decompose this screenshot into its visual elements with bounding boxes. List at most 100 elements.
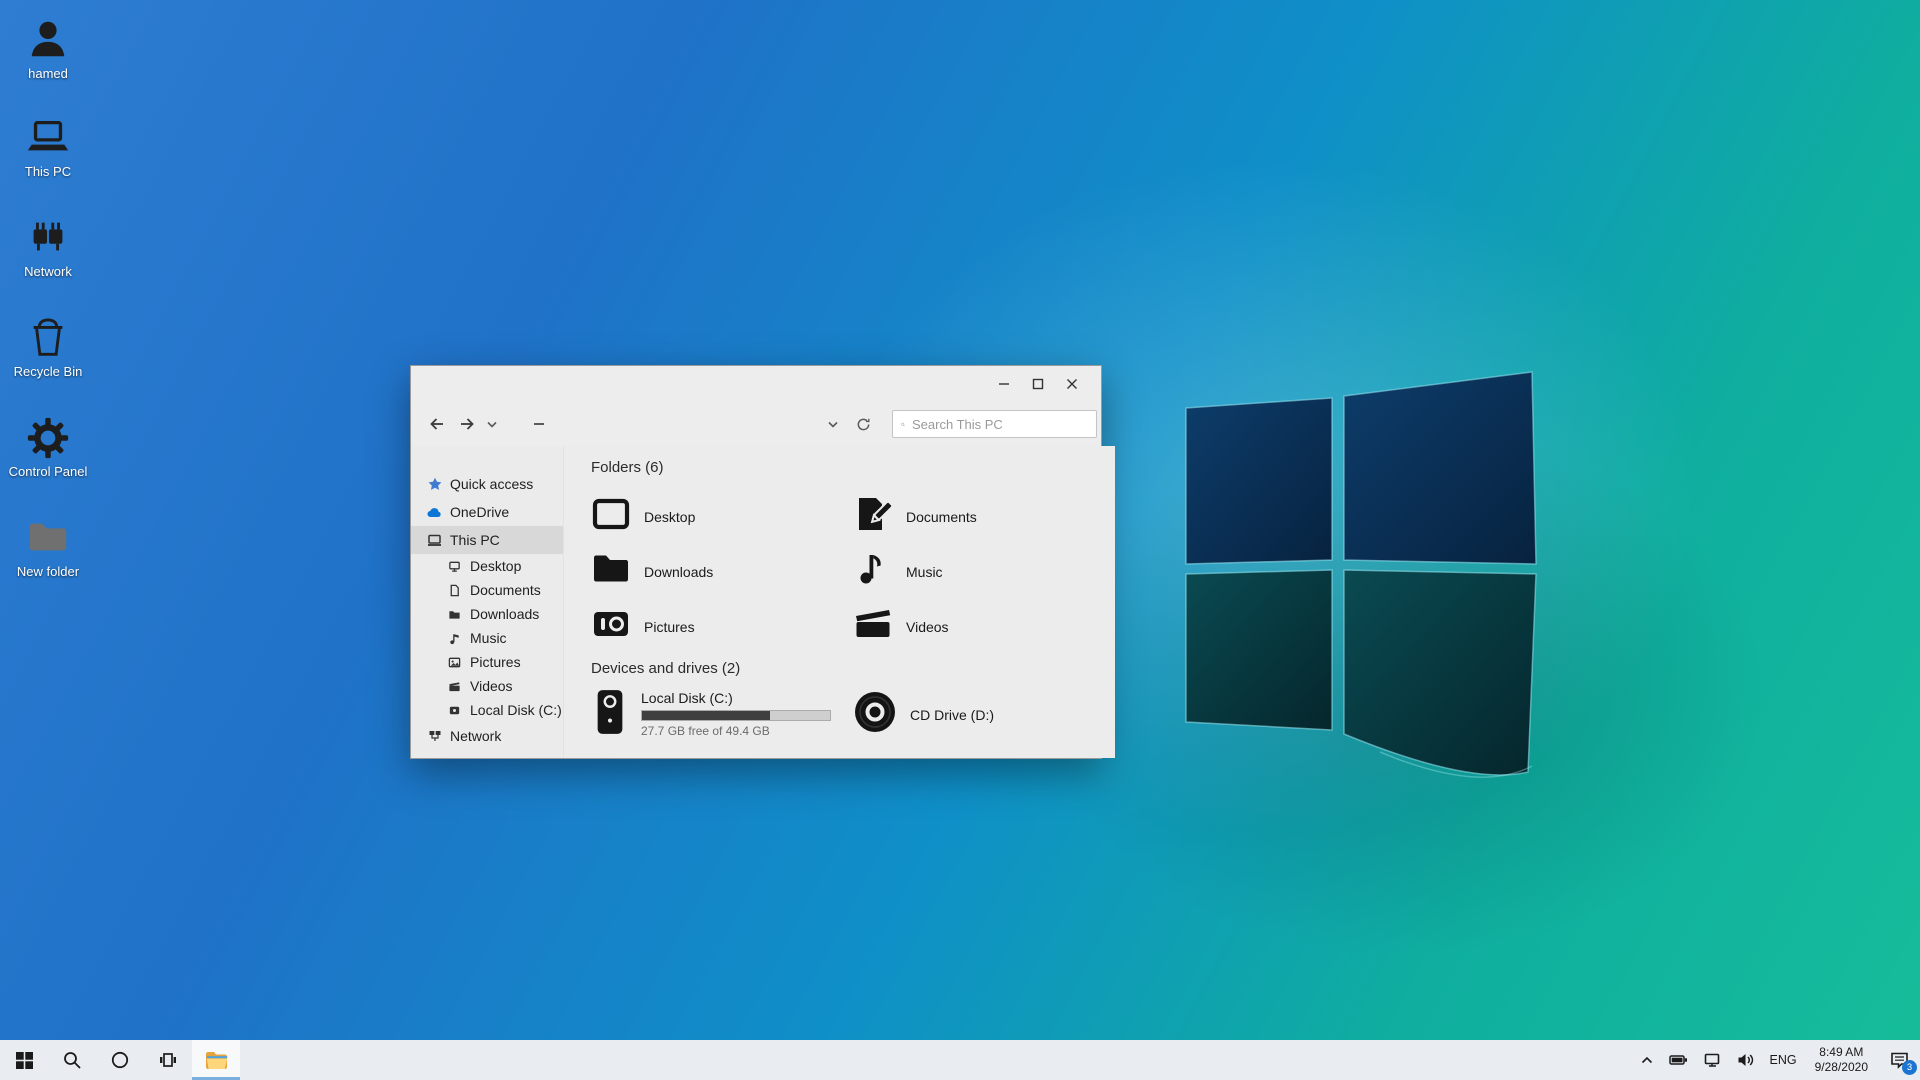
folders-group-heading[interactable]: Folders (6) (591, 459, 1115, 477)
sidebar-item-videos[interactable]: Videos (411, 674, 563, 698)
wallpaper-windows-logo (1180, 368, 1550, 798)
action-center-button[interactable]: 3 (1878, 1040, 1920, 1080)
desktop: hamed This PC Network (0, 0, 1920, 1080)
devices-row: Local Disk (C:) 27.7 GB free of 49.4 GB (591, 688, 1115, 741)
sidebar-item-pictures[interactable]: Pictures (411, 650, 563, 674)
network-mini-icon (427, 729, 442, 744)
language-indicator[interactable]: ENG (1762, 1040, 1805, 1080)
downloads-folder-icon (591, 549, 631, 594)
sidebar-item-label: Music (470, 630, 507, 646)
disk-progress-fill (642, 711, 770, 720)
folder-tile-music[interactable]: Music (853, 544, 1115, 599)
task-view-button[interactable] (144, 1040, 192, 1080)
network-status[interactable] (1696, 1040, 1729, 1080)
back-button[interactable] (423, 410, 451, 438)
sidebar-item-network[interactable]: Network (411, 722, 563, 750)
battery-status[interactable] (1661, 1040, 1696, 1080)
taskbar-search-button[interactable] (48, 1040, 96, 1080)
folder-tile-label: Desktop (644, 509, 695, 525)
hard-drive-icon (591, 688, 629, 741)
desktop-icon-control-panel[interactable]: Control Panel (2, 410, 94, 479)
documents-icon (853, 494, 893, 539)
music-note-mini-icon (447, 631, 462, 646)
cortana-button[interactable] (96, 1040, 144, 1080)
recent-locations-caret-icon[interactable] (483, 410, 501, 438)
desktop-icon (591, 494, 631, 539)
maximize-button[interactable] (1021, 370, 1055, 398)
tray-overflow-button[interactable] (1633, 1040, 1661, 1080)
search-icon (901, 418, 905, 431)
desktop-icon-new-folder[interactable]: New folder (2, 510, 94, 579)
user-icon (2, 12, 94, 62)
file-explorer-taskbar-button[interactable] (192, 1040, 240, 1080)
navigation-pane: Quick access OneDrive This PC (411, 446, 564, 758)
gear-icon (2, 410, 94, 460)
desktop-icon-hamed[interactable]: hamed (2, 12, 94, 81)
close-button[interactable] (1055, 370, 1089, 398)
navigation-toolbar (411, 402, 1101, 446)
sidebar-item-downloads[interactable]: Downloads (411, 602, 563, 626)
forward-button[interactable] (453, 410, 481, 438)
folder-tile-label: Documents (906, 509, 977, 525)
sidebar-item-documents[interactable]: Documents (411, 578, 563, 602)
videos-clapperboard-icon (853, 604, 893, 649)
drive-label: CD Drive (D:) (910, 707, 994, 723)
breadcrumb-icon[interactable] (525, 410, 553, 438)
music-note-icon (853, 549, 893, 594)
cloud-icon (427, 505, 442, 520)
start-button[interactable] (0, 1040, 48, 1080)
desktop-icon-label: Control Panel (2, 464, 94, 479)
desktop-icon-network[interactable]: Network (2, 210, 94, 279)
task-view-icon (159, 1051, 177, 1069)
sidebar-item-label: Quick access (450, 476, 533, 492)
pc-icon (2, 110, 94, 160)
picture-mini-icon (447, 655, 462, 670)
sidebar-item-label: Videos (470, 678, 513, 694)
search-box[interactable] (892, 410, 1097, 438)
speaker-icon (1737, 1052, 1754, 1068)
titlebar[interactable] (411, 366, 1101, 402)
cd-disc-icon (853, 690, 897, 739)
address-dropdown-caret-icon[interactable] (819, 410, 847, 438)
sidebar-item-label: Downloads (470, 606, 539, 622)
sidebar-item-onedrive[interactable]: OneDrive (411, 498, 563, 526)
sidebar-item-music[interactable]: Music (411, 626, 563, 650)
drive-label: Local Disk (C:) (641, 690, 831, 706)
pictures-icon (591, 604, 631, 649)
sidebar-item-desktop[interactable]: Desktop (411, 554, 563, 578)
file-explorer-window: Quick access OneDrive This PC (410, 365, 1102, 759)
disk-free-space-text: 27.7 GB free of 49.4 GB (641, 724, 831, 738)
folder-tile-desktop[interactable]: Desktop (591, 489, 853, 544)
sidebar-item-label: Network (450, 728, 501, 744)
folder-tile-label: Music (906, 564, 943, 580)
folder-tile-downloads[interactable]: Downloads (591, 544, 853, 599)
folder-tile-documents[interactable]: Documents (853, 489, 1115, 544)
sidebar-item-label: Desktop (470, 558, 521, 574)
notification-badge: 3 (1902, 1060, 1917, 1075)
document-mini-icon (447, 583, 462, 598)
folder-tile-pictures[interactable]: Pictures (591, 599, 853, 654)
sidebar-item-label: Documents (470, 582, 541, 598)
sidebar-item-this-pc[interactable]: This PC (411, 526, 563, 554)
volume-status[interactable] (1729, 1040, 1762, 1080)
folder-tile-label: Videos (906, 619, 949, 635)
desktop-icon-label: New folder (2, 564, 94, 579)
desktop-icon-this-pc[interactable]: This PC (2, 110, 94, 179)
drive-tile-cd[interactable]: CD Drive (D:) (853, 688, 994, 741)
devices-group-heading[interactable]: Devices and drives (2) (591, 660, 1115, 678)
drive-tile-local-disk[interactable]: Local Disk (C:) 27.7 GB free of 49.4 GB (591, 688, 853, 741)
folder-view: Folders (6) Desktop (564, 446, 1115, 758)
folder-tile-videos[interactable]: Videos (853, 599, 1115, 654)
desktop-icon-recycle-bin[interactable]: Recycle Bin (2, 310, 94, 379)
sidebar-item-local-disk[interactable]: Local Disk (C:) (411, 698, 563, 722)
sidebar-item-label: Local Disk (C:) (470, 702, 562, 718)
recycle-bin-icon (2, 310, 94, 360)
folder-tile-label: Downloads (644, 564, 713, 580)
search-input[interactable] (912, 417, 1088, 432)
minimize-button[interactable] (987, 370, 1021, 398)
refresh-icon[interactable] (849, 410, 877, 438)
taskbar-clock[interactable]: 8:49 AM 9/28/2020 (1805, 1040, 1878, 1080)
sidebar-item-label: This PC (450, 532, 500, 548)
system-tray: ENG 8:49 AM 9/28/2020 3 (1633, 1040, 1920, 1080)
sidebar-item-quick-access[interactable]: Quick access (411, 470, 563, 498)
